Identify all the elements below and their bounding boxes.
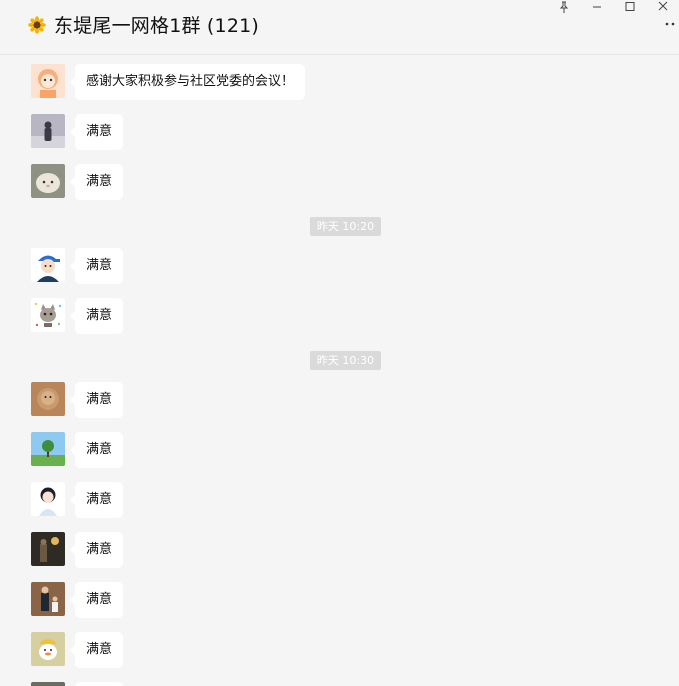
minimize-button[interactable]: [580, 0, 613, 14]
message-bubble[interactable]: 满意: [69, 248, 124, 284]
cartoon-boy-cap-avatar[interactable]: [31, 248, 65, 282]
chat-title-area: 东堤尾一网格1群 (121): [28, 11, 259, 38]
message-bubble[interactable]: 满意: [69, 482, 124, 518]
message-bubble-partial[interactable]: [75, 682, 123, 686]
night-photo-avatar[interactable]: [31, 532, 65, 566]
message-bubble[interactable]: 满意: [69, 382, 124, 418]
pin-button[interactable]: [547, 0, 580, 14]
maximize-button[interactable]: [613, 0, 646, 14]
window-controls: [547, 0, 679, 14]
person-in-snow-avatar[interactable]: [31, 114, 65, 148]
message-bubble[interactable]: 满意: [69, 298, 124, 334]
plush-toy-avatar[interactable]: [31, 164, 65, 198]
message-list[interactable]: 感谢大家积极参与社区党委的会议！ 满意 满意 昨天 10:20 满意 满意 昨天…: [0, 54, 679, 686]
hamster-avatar[interactable]: [31, 382, 65, 416]
close-icon: [658, 1, 667, 11]
cartoon-character-avatar[interactable]: [31, 64, 65, 98]
anime-boy-avatar[interactable]: [31, 482, 65, 516]
cartoon-cat-avatar[interactable]: [31, 298, 65, 332]
timestamp: 昨天 10:20: [310, 217, 381, 236]
partial-avatar[interactable]: [31, 682, 65, 686]
chat-header: 东堤尾一网格1群 (121): [0, 0, 679, 55]
message-bubble[interactable]: 满意: [69, 164, 124, 200]
minimize-icon: [592, 6, 601, 8]
person-with-child-avatar[interactable]: [31, 582, 65, 616]
sunflower-icon: [28, 15, 46, 34]
more-icon[interactable]: [665, 22, 675, 26]
message-bubble[interactable]: 满意: [69, 632, 124, 668]
duck-cartoon-avatar[interactable]: [31, 632, 65, 666]
tree-landscape-avatar[interactable]: [31, 432, 65, 466]
message-bubble[interactable]: 满意: [69, 432, 124, 468]
pin-icon: [559, 1, 568, 13]
message-bubble[interactable]: 感谢大家积极参与社区党委的会议！: [69, 64, 306, 100]
chat-title: 东堤尾一网格1群 (121): [54, 15, 260, 37]
message-bubble[interactable]: 满意: [69, 532, 124, 568]
maximize-icon: [625, 2, 634, 11]
close-button[interactable]: [646, 0, 679, 14]
timestamp: 昨天 10:30: [310, 351, 381, 370]
message-bubble[interactable]: 满意: [69, 582, 124, 618]
message-bubble[interactable]: 满意: [69, 114, 124, 150]
